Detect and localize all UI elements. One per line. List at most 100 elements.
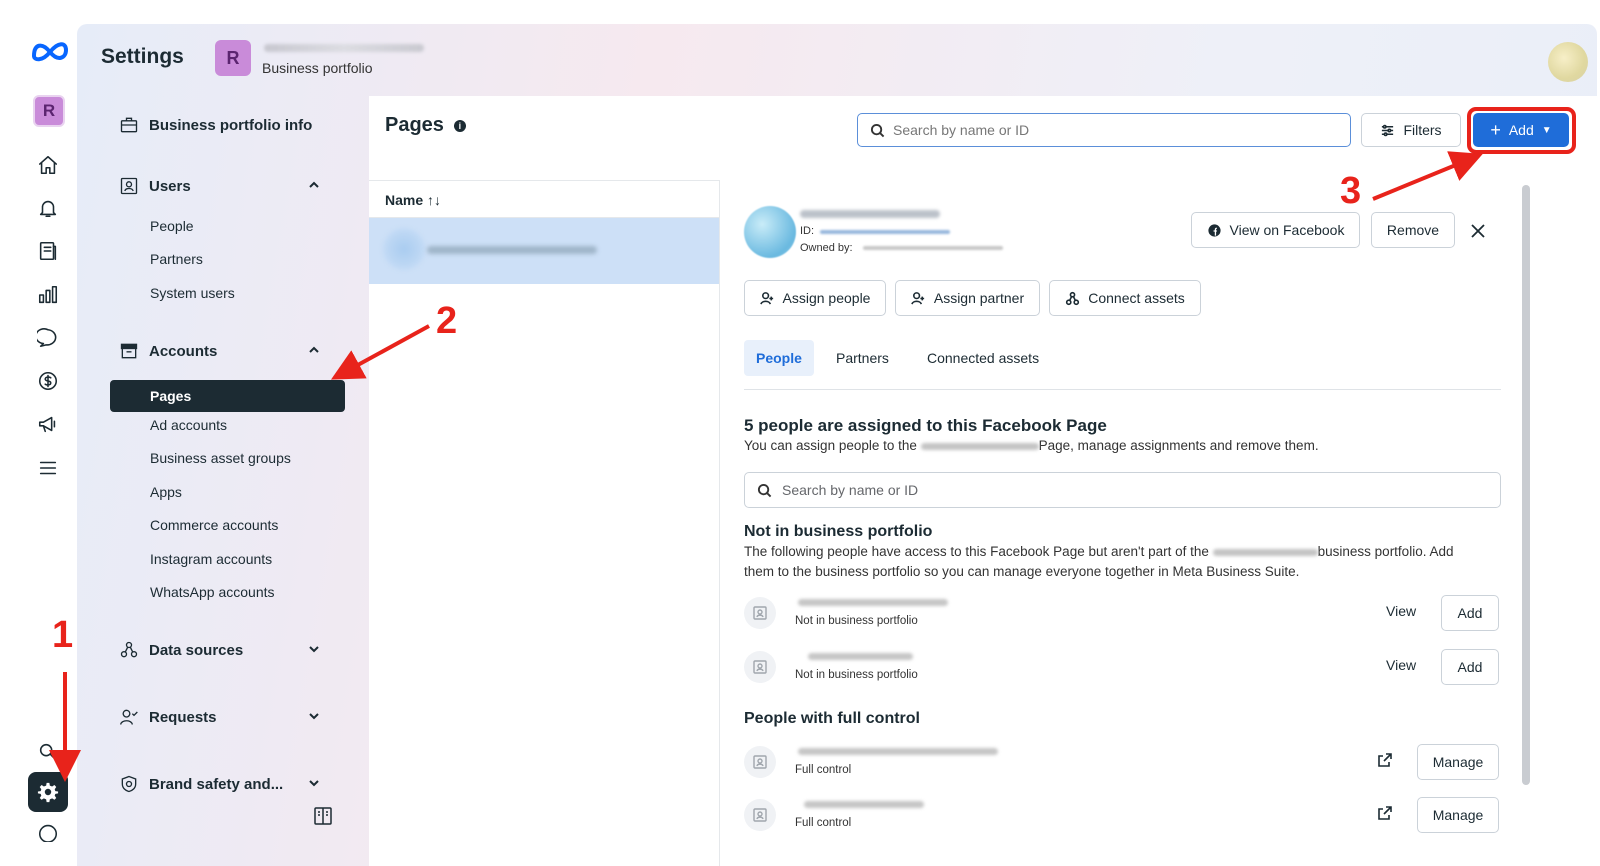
- add-person-button[interactable]: Add: [1441, 595, 1499, 631]
- remove-button[interactable]: Remove: [1371, 212, 1455, 248]
- sidebar-item-partners[interactable]: Partners: [150, 251, 203, 267]
- sidebar-section-data-sources[interactable]: Data sources: [119, 640, 243, 660]
- chevron-down-icon[interactable]: [307, 709, 321, 723]
- filters-icon: [1382, 124, 1394, 136]
- sidebar-section-brand-safety[interactable]: Brand safety and...: [119, 774, 283, 794]
- pages-icon[interactable]: [28, 231, 68, 271]
- manage-label: Manage: [1432, 807, 1484, 823]
- not-in-portfolio-heading: Not in business portfolio: [744, 523, 933, 540]
- archive-icon: [120, 343, 138, 359]
- menu-icon[interactable]: [28, 448, 68, 488]
- person-name-redacted: [798, 599, 948, 606]
- sidebar-section-accounts[interactable]: Accounts: [119, 341, 217, 361]
- assign-partner-button[interactable]: Assign partner: [895, 280, 1040, 316]
- detail-scrollbar[interactable]: [1522, 185, 1530, 785]
- person-add-icon: [911, 291, 924, 304]
- sidebar-item-whatsapp-accounts[interactable]: WhatsApp accounts: [150, 584, 275, 600]
- external-link-icon[interactable]: [1377, 805, 1393, 821]
- view-link[interactable]: View: [1386, 657, 1416, 673]
- list-item: Full control Manage: [744, 744, 1501, 784]
- meta-logo-icon[interactable]: [30, 38, 70, 64]
- sidebar-item-apps[interactable]: Apps: [150, 484, 182, 500]
- sidebar-section-users[interactable]: Users: [119, 176, 191, 196]
- page-detail-pane: ID: Owned by: View on Facebook Remove As…: [720, 180, 1597, 866]
- manage-button[interactable]: Manage: [1417, 744, 1499, 780]
- help-icon[interactable]: [28, 822, 68, 842]
- person-status: Full control: [795, 764, 852, 776]
- sidebar-item-pages[interactable]: Pages: [110, 380, 345, 412]
- sidebar-section-requests[interactable]: Requests: [119, 707, 217, 727]
- user-avatar[interactable]: [1548, 42, 1588, 82]
- view-link[interactable]: View: [1386, 603, 1416, 619]
- chevron-down-icon[interactable]: [307, 776, 321, 790]
- dollar-icon[interactable]: [28, 361, 68, 401]
- page-title: Settings: [101, 45, 184, 68]
- manage-label: Manage: [1432, 754, 1484, 770]
- sidebar-item-instagram-accounts[interactable]: Instagram accounts: [150, 551, 272, 567]
- annotation-step-1: 1: [52, 614, 74, 656]
- owned-by-redacted: [863, 246, 1003, 250]
- tab-people[interactable]: People: [744, 340, 814, 376]
- close-icon[interactable]: [1470, 223, 1486, 239]
- people-search-input[interactable]: Search by name or ID: [744, 472, 1501, 508]
- page-list-row-selected[interactable]: [369, 218, 719, 284]
- chevron-up-icon[interactable]: [307, 343, 321, 357]
- add-person-label: Add: [1457, 659, 1483, 675]
- tab-partners[interactable]: Partners: [836, 340, 889, 376]
- add-person-button[interactable]: Add: [1441, 649, 1499, 685]
- assigned-text-prefix: You can assign people to the: [744, 438, 917, 453]
- external-link-icon[interactable]: [1377, 752, 1393, 768]
- list-item: Full control Manage: [744, 797, 1501, 837]
- person-placeholder-icon: [744, 597, 776, 629]
- chevron-up-icon[interactable]: [307, 178, 321, 192]
- tab-connected-assets[interactable]: Connected assets: [927, 340, 1039, 376]
- portfolio-avatar-header[interactable]: R: [215, 40, 251, 76]
- portfolio-avatar[interactable]: R: [33, 95, 65, 127]
- person-placeholder-icon: [744, 799, 776, 831]
- home-icon[interactable]: [28, 145, 68, 185]
- pages-search-input[interactable]: Search by name or ID: [857, 113, 1351, 147]
- chat-icon[interactable]: [28, 318, 68, 358]
- info-icon[interactable]: i: [453, 119, 466, 132]
- briefcase-icon: [120, 117, 138, 133]
- search-icon[interactable]: [28, 732, 68, 772]
- filters-button[interactable]: Filters: [1361, 113, 1461, 147]
- name-column-header[interactable]: Name ↑↓: [369, 180, 719, 218]
- person-check-icon: [120, 709, 138, 725]
- sidebar-item-business-asset-groups[interactable]: Business asset groups: [150, 450, 291, 466]
- not-in-text-prefix: The following people have access to this…: [744, 544, 1209, 559]
- person-name-redacted: [808, 653, 913, 660]
- add-button-highlight: [1467, 107, 1576, 154]
- list-item: Not in business portfolio View Add: [744, 595, 1501, 635]
- filters-label: Filters: [1403, 122, 1442, 138]
- bell-icon[interactable]: [28, 188, 68, 228]
- portfolio-name-redacted: [1212, 548, 1318, 556]
- portfolio-subtitle: Business portfolio: [262, 60, 373, 76]
- connect-assets-button[interactable]: Connect assets: [1049, 280, 1201, 316]
- person-name-redacted: [804, 801, 924, 808]
- chart-icon[interactable]: [28, 275, 68, 315]
- gear-icon: [37, 782, 59, 803]
- settings-sidebar: Business portfolio info Users People Par…: [77, 96, 367, 866]
- megaphone-icon[interactable]: [28, 404, 68, 444]
- sidebar-item-portfolio-info[interactable]: Business portfolio info: [119, 115, 312, 135]
- sidebar-section-label: Brand safety and...: [149, 775, 284, 793]
- annotation-step-2: 2: [436, 300, 458, 342]
- list-item: Not in business portfolio View Add: [744, 649, 1501, 689]
- settings-gear-button[interactable]: [28, 772, 68, 812]
- manage-button[interactable]: Manage: [1417, 797, 1499, 833]
- sidebar-item-ad-accounts[interactable]: Ad accounts: [150, 417, 227, 433]
- view-on-facebook-button[interactable]: View on Facebook: [1191, 212, 1360, 248]
- person-name-redacted: [798, 748, 998, 755]
- assign-people-label: Assign people: [782, 290, 871, 306]
- chevron-down-icon[interactable]: [307, 642, 321, 656]
- not-in-text-line2: them to the business portfolio so you ca…: [744, 564, 1300, 579]
- collapse-sidebar-icon[interactable]: [313, 806, 333, 826]
- assign-people-button[interactable]: Assign people: [744, 280, 886, 316]
- add-person-label: Add: [1457, 605, 1483, 621]
- sidebar-item-system-users[interactable]: System users: [150, 285, 235, 301]
- search-icon: [757, 483, 772, 497]
- sidebar-item-people[interactable]: People: [150, 218, 194, 234]
- sidebar-item-commerce-accounts[interactable]: Commerce accounts: [150, 517, 278, 533]
- portfolio-name-redacted: [264, 44, 424, 52]
